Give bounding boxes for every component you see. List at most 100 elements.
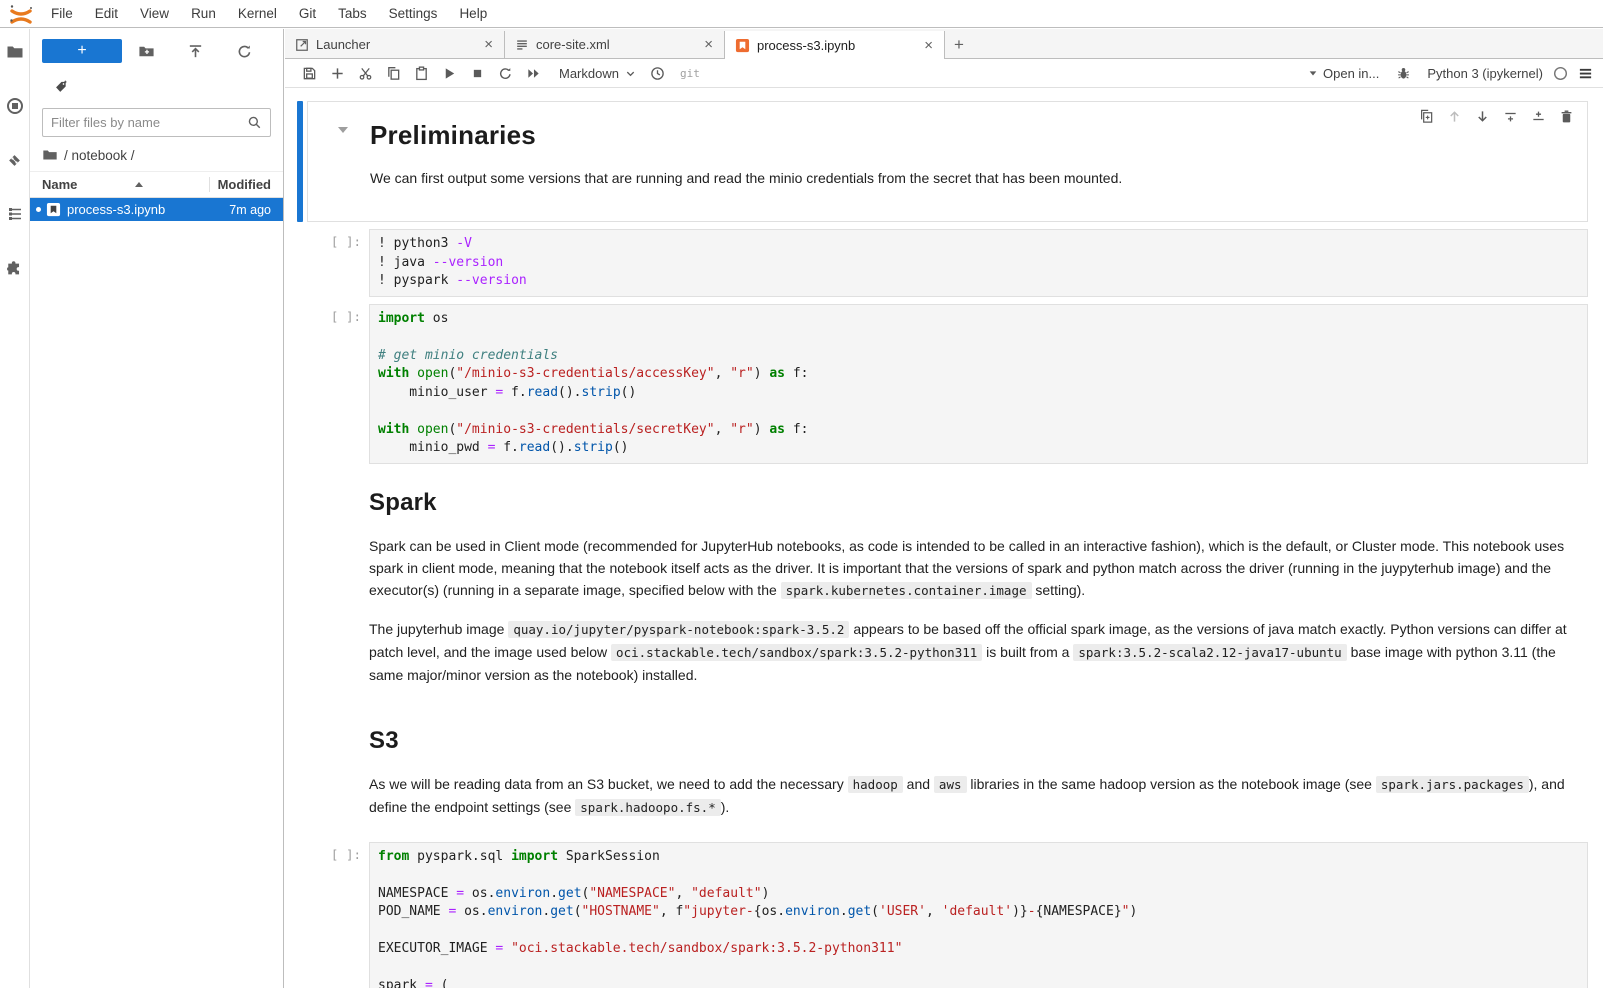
- menu-kernel[interactable]: Kernel: [227, 1, 288, 26]
- app-logo-icon: [8, 3, 34, 25]
- markdown-paragraph: As we will be reading data from an S3 bu…: [369, 773, 1584, 819]
- code-editor[interactable]: from pyspark.sql import SparkSession NAM…: [369, 842, 1588, 988]
- file-row-selected[interactable]: process-s3.ipynb 7m ago: [30, 198, 283, 221]
- git-panel-icon[interactable]: [0, 145, 30, 175]
- kernel-status-icon[interactable]: [1553, 66, 1568, 81]
- delete-cell-icon[interactable]: [1558, 108, 1575, 125]
- input-prompt: [ ]:: [307, 842, 369, 988]
- run-cell-button[interactable]: [435, 60, 463, 86]
- markdown-paragraph: Spark can be used in Client mode (recomm…: [369, 535, 1584, 602]
- file-name: process-s3.ipynb: [67, 202, 229, 217]
- cell-code-versions[interactable]: [ ]: ! python3 -V! java --version! pyspa…: [297, 229, 1588, 297]
- file-filter-input[interactable]: [51, 115, 247, 130]
- add-cell-button[interactable]: [323, 60, 351, 86]
- notebook-icon: [735, 38, 750, 53]
- duplicate-cell-icon[interactable]: [1418, 108, 1435, 125]
- activity-bar: [0, 29, 30, 988]
- file-list-header: Name Modified: [30, 171, 283, 198]
- column-divider: [209, 177, 210, 192]
- cut-cells-button[interactable]: [351, 60, 379, 86]
- heading-spark: Spark: [369, 489, 1588, 517]
- menu-edit[interactable]: Edit: [84, 1, 129, 26]
- refresh-button[interactable]: [220, 43, 269, 60]
- close-icon[interactable]: ×: [921, 37, 936, 54]
- cell-code-minio-credentials[interactable]: [ ]: import os # get minio credentialswi…: [297, 304, 1588, 464]
- tab-core-site-xml[interactable]: core-site.xml ×: [505, 31, 725, 58]
- chevron-down-icon: [625, 68, 636, 79]
- main-area: Launcher × core-site.xml × process-s3.ip…: [285, 29, 1603, 988]
- insert-cell-above-icon[interactable]: [1502, 108, 1519, 125]
- tab-bar: Launcher × core-site.xml × process-s3.ip…: [285, 29, 1603, 59]
- move-cell-up-icon[interactable]: [1446, 108, 1463, 125]
- close-icon[interactable]: ×: [701, 36, 716, 53]
- text-file-icon: [515, 38, 529, 52]
- launcher-icon: [295, 38, 309, 52]
- property-inspector-icon[interactable]: [1578, 66, 1593, 81]
- cell-collapser-icon[interactable]: [338, 127, 348, 133]
- cell-markdown-s3[interactable]: S3 As we will be reading data from an S3…: [297, 709, 1588, 835]
- close-icon[interactable]: ×: [481, 36, 496, 53]
- heading-preliminaries: Preliminaries: [370, 120, 1577, 151]
- code-editor[interactable]: ! python3 -V! java --version! pyspark --…: [369, 229, 1588, 297]
- debugger-bug-icon[interactable]: [1389, 60, 1417, 86]
- table-of-contents-icon[interactable]: [0, 199, 30, 229]
- column-modified[interactable]: Modified: [218, 177, 271, 192]
- sort-ascending-icon: [135, 182, 143, 187]
- cell-type-dropdown[interactable]: Markdown: [547, 66, 644, 81]
- search-icon: [247, 115, 262, 130]
- file-browser-toolbar: +: [30, 29, 283, 63]
- git-status-label: git: [672, 67, 700, 80]
- execution-time-icon[interactable]: [644, 60, 672, 86]
- column-name[interactable]: Name: [42, 177, 201, 192]
- menu-git[interactable]: Git: [288, 1, 327, 26]
- menu-help[interactable]: Help: [448, 1, 498, 26]
- open-in-dropdown[interactable]: Open in...: [1308, 66, 1379, 81]
- menu-tabs[interactable]: Tabs: [327, 1, 378, 26]
- breadcrumb[interactable]: / notebook /: [30, 137, 283, 171]
- unsaved-dot-icon: [36, 207, 41, 212]
- folder-icon: [42, 147, 58, 163]
- file-modified: 7m ago: [229, 203, 271, 217]
- active-cell-indicator: [297, 101, 303, 222]
- extensions-icon[interactable]: [0, 253, 30, 283]
- menu-settings[interactable]: Settings: [378, 1, 449, 26]
- insert-cell-below-icon[interactable]: [1530, 108, 1547, 125]
- upload-button[interactable]: [171, 43, 220, 60]
- toolbar-right: Open in... Python 3 (ipykernel): [1308, 60, 1593, 86]
- cell-code-spark-session[interactable]: [ ]: from pyspark.sql import SparkSessio…: [297, 842, 1588, 988]
- cell-markdown-spark[interactable]: Spark Spark can be used in Client mode (…: [297, 471, 1588, 702]
- move-cell-down-icon[interactable]: [1474, 108, 1491, 125]
- tag-plus-icon[interactable]: [30, 63, 283, 94]
- file-browser-panel: + / notebook / Name: [30, 29, 284, 988]
- new-tab-button[interactable]: +: [945, 31, 973, 58]
- cell-toolbar: [1418, 108, 1575, 125]
- menu-file[interactable]: File: [40, 1, 84, 26]
- caret-down-icon: [1308, 68, 1318, 78]
- file-browser-icon[interactable]: [0, 37, 30, 67]
- cell-markdown-preliminaries[interactable]: Preliminaries We can first output some v…: [297, 101, 1588, 222]
- menu-run[interactable]: Run: [180, 1, 227, 26]
- tab-launcher[interactable]: Launcher ×: [285, 31, 505, 58]
- breadcrumb-path: / notebook /: [64, 148, 135, 163]
- jupyterlab-window: File Edit View Run Kernel Git Tabs Setti…: [0, 0, 1603, 988]
- restart-run-all-button[interactable]: [519, 60, 547, 86]
- paste-cells-button[interactable]: [407, 60, 435, 86]
- running-kernels-icon[interactable]: [0, 91, 30, 121]
- new-folder-button[interactable]: [122, 43, 171, 60]
- copy-cells-button[interactable]: [379, 60, 407, 86]
- file-filter-box: [42, 108, 271, 137]
- restart-kernel-button[interactable]: [491, 60, 519, 86]
- input-prompt: [ ]:: [307, 229, 369, 297]
- new-launcher-button[interactable]: +: [42, 39, 122, 63]
- code-editor[interactable]: import os # get minio credentialswith op…: [369, 304, 1588, 464]
- menu-bar: File Edit View Run Kernel Git Tabs Setti…: [0, 0, 1603, 28]
- input-prompt: [ ]:: [307, 304, 369, 464]
- interrupt-kernel-button[interactable]: [463, 60, 491, 86]
- notebook-toolbar: Markdown git Open in... Python 3 (ipyker…: [285, 59, 1603, 88]
- notebook-content: Preliminaries We can first output some v…: [285, 88, 1603, 988]
- kernel-name[interactable]: Python 3 (ipykernel): [1427, 66, 1543, 81]
- markdown-paragraph: We can first output some versions that a…: [370, 167, 1577, 189]
- tab-process-s3-ipynb[interactable]: process-s3.ipynb ×: [725, 31, 945, 59]
- menu-view[interactable]: View: [129, 1, 180, 26]
- save-button[interactable]: [295, 60, 323, 86]
